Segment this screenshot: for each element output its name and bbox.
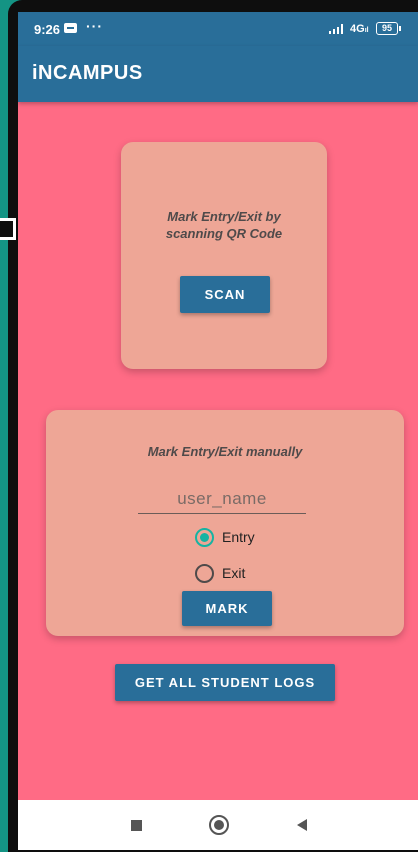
manual-card: Mark Entry/Exit manually Entry Exit MARK: [46, 410, 404, 636]
get-all-student-logs-button[interactable]: GET ALL STUDENT LOGS: [115, 664, 335, 701]
status-bar: 9:26 ··· 4Gıl 95: [18, 12, 418, 46]
recents-square-icon[interactable]: [131, 820, 142, 831]
network-label: 4Gıl: [350, 23, 369, 35]
radio-checked-icon[interactable]: [195, 527, 214, 547]
side-bracket-marker: [0, 218, 16, 240]
radio-unchecked-icon[interactable]: [195, 563, 214, 583]
manual-card-caption: Mark Entry/Exit manually: [147, 444, 303, 459]
app-title: iNCAMPUS: [32, 62, 143, 84]
scan-button[interactable]: SCAN: [180, 276, 270, 313]
app-bar: iNCAMPUS: [18, 46, 418, 102]
system-nav-bar: [18, 800, 418, 850]
username-input[interactable]: [138, 484, 306, 514]
scan-card-caption: Mark Entry/Exit by scanning QR Code: [165, 209, 283, 241]
status-time: 9:26: [34, 22, 61, 37]
battery-icon: 95: [376, 22, 401, 35]
back-triangle-icon[interactable]: [297, 819, 307, 831]
mark-button[interactable]: MARK: [182, 591, 272, 626]
radio-entry[interactable]: Entry: [195, 526, 255, 548]
signal-icon: [329, 24, 345, 34]
app-screen: 9:26 ··· 4Gıl 95 iNCAMPUS Mark Entry/Exi…: [18, 12, 418, 850]
home-circle-icon[interactable]: [209, 815, 229, 835]
message-icon: [64, 23, 77, 33]
radio-exit-label: Exit: [222, 565, 246, 581]
notification-overflow-icon: ···: [86, 18, 103, 34]
scan-card: Mark Entry/Exit by scanning QR Code SCAN: [121, 142, 327, 369]
network-strength: ıl: [364, 27, 369, 34]
radio-entry-label: Entry: [222, 529, 255, 545]
radio-exit[interactable]: Exit: [195, 562, 245, 584]
